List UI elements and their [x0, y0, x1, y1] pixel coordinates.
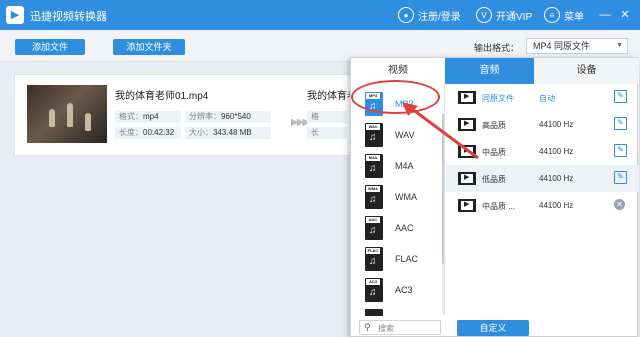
app-title: 迅捷视频转换器 — [30, 11, 107, 23]
tab-video[interactable]: 视频 — [351, 58, 445, 84]
quality-row[interactable]: 高品质 44100 Hz ✎ — [446, 111, 639, 138]
output-format-select[interactable]: MP4 同原文件 ▼ — [526, 38, 628, 54]
format-item-flac[interactable]: FLAC ♫ FLAC — [351, 245, 444, 275]
resolution-meta: 分辨率：960*540 — [185, 111, 271, 123]
format-tabs: 视频 音频 设备 — [351, 58, 639, 84]
audio-file-icon: MP3 ♫ — [365, 92, 383, 116]
app-logo-icon: ▶ — [6, 6, 24, 24]
output-duration-meta: 长 — [307, 127, 347, 139]
audio-file-icon: M4A ♫ — [365, 154, 383, 178]
search-placeholder: 搜索 — [378, 324, 394, 333]
close-button[interactable]: ✕ — [618, 8, 632, 22]
vip-button[interactable]: V 开通VIP — [476, 5, 532, 25]
search-icon: ⚲ — [364, 322, 371, 332]
audio-file-icon: FLAC ♫ — [365, 247, 383, 271]
format-item-mp3[interactable]: MP3 ♫ MP3 — [351, 90, 444, 120]
film-icon — [458, 118, 476, 131]
quality-row[interactable]: 同原文件 自动 ✎ — [446, 84, 639, 111]
edit-icon[interactable]: ✎ — [614, 117, 627, 130]
audio-file-icon: WMA ♫ — [365, 185, 383, 209]
edit-icon[interactable]: ✎ — [614, 144, 627, 157]
minimize-button[interactable]: — — [598, 8, 612, 22]
size-meta: 大小：343.48 MB — [185, 127, 271, 139]
audio-file-icon: AAC ♫ — [365, 216, 383, 240]
quality-row[interactable]: 低品质 44100 Hz ✎ — [446, 165, 639, 192]
format-list-scrollbar[interactable] — [442, 114, 444, 314]
vip-icon: V — [476, 7, 492, 23]
convert-arrow-icon: ▶▶▶ — [291, 117, 310, 128]
format-item-aac[interactable]: AAC ♫ AAC — [351, 214, 444, 244]
format-item-ac3[interactable]: AC3 ♫ AC3 — [351, 276, 444, 306]
menu-label: 菜单 — [564, 11, 584, 23]
film-icon — [458, 172, 476, 185]
add-file-button[interactable]: 添加文件 — [15, 39, 85, 55]
format-item-partial[interactable] — [351, 307, 444, 316]
audio-file-icon — [365, 309, 383, 316]
audio-file-icon: WAV ♫ — [365, 123, 383, 147]
edit-icon[interactable]: ✎ — [614, 90, 627, 103]
film-icon — [458, 199, 476, 212]
title-bar: ▶ 迅捷视频转换器 ● 注册/登录 V 开通VIP ≡ 菜单 — ✕ — [0, 0, 640, 30]
format-item-wav[interactable]: WAV ♫ WAV — [351, 121, 444, 151]
menu-button[interactable]: ≡ 菜单 — [544, 5, 584, 25]
format-search-input[interactable]: ⚲ 搜索 — [359, 320, 441, 335]
edit-icon[interactable]: ✎ — [614, 171, 627, 184]
vip-label: 开通VIP — [496, 11, 533, 23]
chevron-down-icon: ▼ — [616, 42, 623, 49]
quality-list: 同原文件 自动 ✎ 高品质 44100 Hz ✎ 中品质 44100 Hz ✎ … — [446, 84, 639, 316]
duration-meta: 长度：00:42:32 — [115, 127, 181, 139]
add-folder-button[interactable]: 添加文件夹 — [113, 39, 185, 55]
audio-file-icon: AC3 ♫ — [365, 278, 383, 302]
format-panel: 视频 音频 设备 MP3 ♫ MP3 WAV ♫ WAV M4A ♫ M4A WMA ♫… — [350, 57, 639, 337]
user-icon: ● — [398, 7, 414, 23]
film-icon — [458, 145, 476, 158]
video-thumbnail — [27, 85, 107, 143]
quality-row[interactable]: 中品质 ... 44100 Hz ✕ — [446, 192, 639, 219]
custom-button[interactable]: 自定义 — [457, 320, 529, 336]
output-format-meta: 格 — [307, 111, 347, 123]
login-label: 注册/登录 — [418, 11, 461, 23]
format-meta: 格式：mp4 — [115, 111, 181, 123]
file-name: 我的体育老师01.mp4 — [115, 91, 209, 102]
login-button[interactable]: ● 注册/登录 — [398, 5, 461, 25]
format-item-wma[interactable]: WMA ♫ WMA — [351, 183, 444, 213]
output-format-value: MP4 同原文件 — [533, 41, 591, 51]
format-item-m4a[interactable]: M4A ♫ M4A — [351, 152, 444, 182]
menu-icon: ≡ — [544, 7, 560, 23]
format-list: MP3 ♫ MP3 WAV ♫ WAV M4A ♫ M4A WMA ♫ WMA AAC ♫… — [351, 84, 445, 316]
delete-icon[interactable]: ✕ — [614, 199, 625, 210]
film-icon — [458, 91, 476, 104]
tab-audio[interactable]: 音频 — [445, 58, 534, 84]
tab-device[interactable]: 设备 — [534, 58, 639, 84]
output-format-label: 输出格式： — [474, 43, 520, 53]
quality-row[interactable]: 中品质 44100 Hz ✎ — [446, 138, 639, 165]
